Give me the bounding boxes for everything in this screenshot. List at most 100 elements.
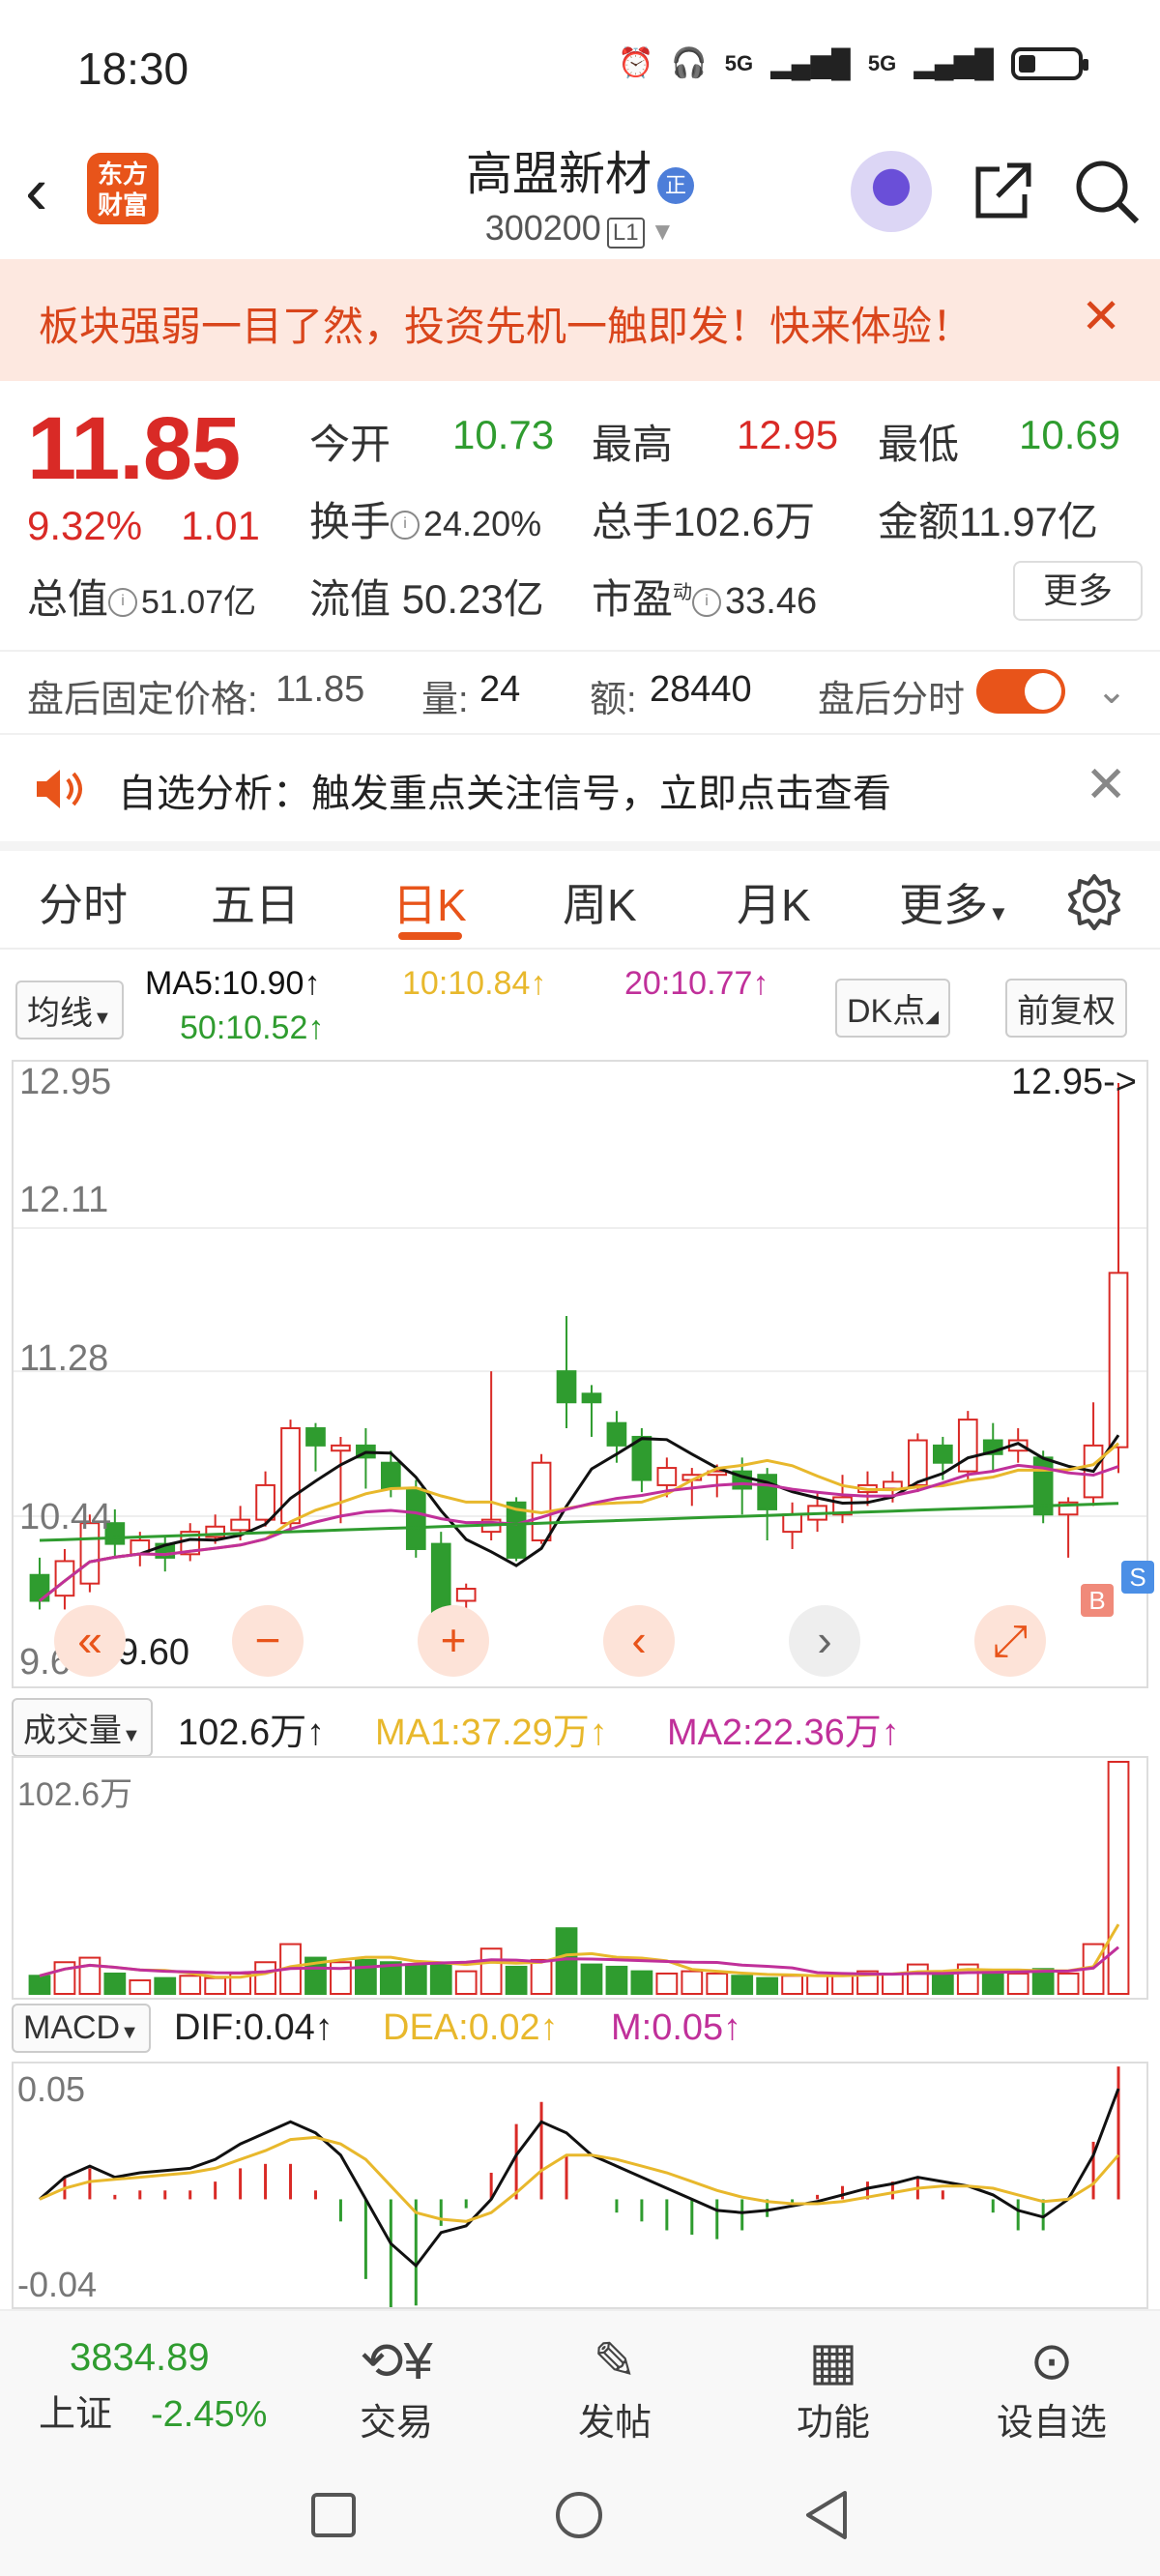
macd-chart <box>39 2066 1120 2307</box>
change-amount: 1.01 <box>181 503 260 548</box>
candle-body <box>54 1560 75 1597</box>
info-icon-2[interactable]: i <box>108 587 138 617</box>
macd-dif-line <box>39 2088 1120 2269</box>
volume-bar <box>630 1970 653 1995</box>
tab-more[interactable]: 更多▼ <box>899 870 1009 934</box>
app-logo[interactable]: 东方 财富 <box>87 153 159 224</box>
macd-dea-line <box>39 2135 1120 2223</box>
last-price: 11.85 <box>27 399 241 498</box>
dk-point-label: DK点 <box>847 993 926 1030</box>
volume-bar <box>179 1975 202 1995</box>
volume-legend: 成交量▼ 102.6万↑ MA1:37.29万↑ MA2:22.36万↑ <box>0 1694 1160 1758</box>
add-watch-label: 设自选 <box>996 2403 1107 2444</box>
grid-icon: ▦ <box>808 2332 858 2390</box>
candle-body <box>782 1513 802 1534</box>
volume-bar <box>681 1970 704 1995</box>
volume-bar <box>28 1975 51 1995</box>
volume-bar <box>580 1963 603 1995</box>
scroll-left-button[interactable]: ‹ <box>603 1605 675 1677</box>
volume-label: 总手 <box>592 499 674 544</box>
add-watch-button[interactable]: ⊙ 设自选 <box>984 2330 1119 2445</box>
trade-icon: ⟲¥ <box>360 2332 433 2390</box>
after-hours-amt-label: 额: <box>590 680 637 720</box>
stock-code: 300200 <box>484 207 601 248</box>
adjust-button[interactable]: 前复权 <box>1005 979 1127 1038</box>
info-icon-3[interactable]: i <box>692 587 722 617</box>
turnover-label: 换手 <box>309 499 392 544</box>
volume-bar <box>706 1972 729 1996</box>
volume-bar <box>129 1978 152 1995</box>
pe-value: 33.46 <box>725 581 818 622</box>
recent-apps-icon[interactable] <box>309 2491 358 2539</box>
after-hours-toggle[interactable] <box>976 669 1065 714</box>
home-icon[interactable] <box>553 2489 605 2541</box>
macd-panel[interactable]: 0.05 -0.04 <box>12 2062 1148 2309</box>
scroll-right-button[interactable]: › <box>789 1605 860 1677</box>
index-widget[interactable]: 3834.89 上证 -2.45% <box>19 2336 309 2437</box>
candle-body <box>430 1542 451 1615</box>
volume-bar <box>454 1970 478 1995</box>
tab-monthly-k[interactable]: 月K <box>737 870 811 934</box>
fullscreen-button[interactable]: ⤢ <box>974 1605 1046 1677</box>
indicator-selector[interactable]: 均线▼ <box>15 981 124 1039</box>
volume-bar <box>103 1972 127 1996</box>
indicator-selector-label: 均线 <box>27 995 93 1032</box>
volume-bar <box>882 1972 904 1996</box>
tab-intraday[interactable]: 分时 <box>39 870 128 934</box>
volume-bar <box>479 1947 503 1995</box>
tab-daily-k[interactable]: 日K <box>392 870 467 934</box>
tab-weekly-k[interactable]: 周K <box>563 870 637 934</box>
more-quote-button[interactable]: 更多 <box>1013 561 1143 621</box>
low-value: 10.69 <box>1019 412 1121 457</box>
share-icon[interactable] <box>971 160 1034 223</box>
trade-button[interactable]: ⟲¥ 交易 <box>329 2330 464 2445</box>
volume-bar <box>756 1976 779 1996</box>
macd-axis-bottom: -0.04 <box>17 2265 98 2304</box>
ma50-line <box>39 1502 1119 1542</box>
volume-bar <box>605 1965 628 1995</box>
close-icon-2[interactable]: ✕ <box>1085 756 1127 814</box>
gear-icon[interactable] <box>1065 872 1123 930</box>
candle-body <box>581 1392 602 1404</box>
volume-selector[interactable]: 成交量▼ <box>12 1698 153 1757</box>
chevron-down-icon-3: ▼ <box>988 901 1009 925</box>
dk-point-button[interactable]: DK点◢ <box>835 979 951 1038</box>
logo-line-2: 财富 <box>97 190 148 220</box>
ma5-line <box>39 1434 1120 1602</box>
volume-chart <box>28 1761 1130 1996</box>
buy-signal-badge[interactable]: B <box>1081 1584 1114 1617</box>
pe-sup: 动 <box>673 582 693 603</box>
back-nav-icon[interactable] <box>802 2489 851 2541</box>
sell-signal-badge[interactable]: S <box>1121 1561 1154 1594</box>
post-button[interactable]: ✎ 发帖 <box>547 2330 682 2445</box>
after-hours-amt: 28440 <box>650 669 752 710</box>
volume-ma-line <box>39 1923 1120 1979</box>
kline-panel[interactable]: 12.95 12.11 11.28 10.44 9.60 12.95-> ←9.… <box>12 1060 1154 1688</box>
function-button[interactable]: ▦ 功能 <box>766 2330 901 2445</box>
back-button[interactable]: ‹ <box>25 157 47 224</box>
search-icon[interactable] <box>1073 158 1141 225</box>
chevron-down-icon-2[interactable]: ⌄ <box>1096 669 1127 713</box>
promo-banner[interactable]: 板块强弱一目了然，投资先机一触即发！快来体验！ ✕ <box>0 259 1160 381</box>
zoom-in-button[interactable]: + <box>418 1605 489 1677</box>
zoom-out-button[interactable]: − <box>232 1605 304 1677</box>
y-axis-3: 11.28 <box>19 1338 109 1379</box>
volume-panel[interactable]: 102.6万 <box>12 1756 1148 2000</box>
candle-body <box>1108 1272 1129 1449</box>
headphones-icon: 🎧 <box>671 47 708 79</box>
scroll-left-fast-button[interactable]: « <box>54 1605 126 1677</box>
tab-five-day[interactable]: 五日 <box>211 870 300 934</box>
analysis-alert[interactable]: 自选分析：触发重点关注信号，立即点击查看 ✕ <box>0 735 1160 851</box>
turnover-value: 24.20% <box>423 504 542 543</box>
edit-icon: ✎ <box>593 2332 637 2390</box>
close-icon[interactable]: ✕ <box>1081 288 1121 344</box>
ma5-value: MA5:10.90↑ <box>145 965 321 1002</box>
macd-axis-top: 0.05 <box>17 2069 86 2109</box>
index-name: 上证 <box>39 2394 113 2435</box>
after-hours-vol-label: 量: <box>421 680 469 720</box>
ma10-value: 10:10.84↑ <box>402 965 547 1002</box>
info-icon[interactable]: i <box>391 510 420 540</box>
macd-selector[interactable]: MACD▼ <box>12 2004 151 2053</box>
volume-value: 102.6万↑ <box>178 1712 326 1753</box>
assistant-robot-icon[interactable] <box>851 151 932 232</box>
